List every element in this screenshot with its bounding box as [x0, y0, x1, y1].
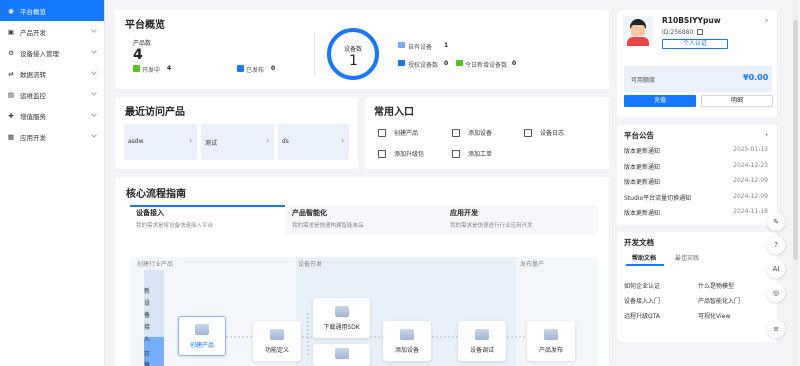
flow-node-label: 产品发布 [538, 346, 563, 354]
flow-node-label: 功能定义 [264, 346, 289, 354]
flow-node-create-product[interactable]: 创建产品 [178, 316, 226, 356]
ai-label: AI [772, 265, 780, 273]
help-icon[interactable]: ? [767, 236, 785, 254]
cube-icon [544, 328, 558, 340]
flow-node-label: 添加设备 [394, 346, 419, 354]
flow-node-label: 创建产品 [189, 341, 214, 349]
cube-icon [400, 328, 414, 340]
flow-node-download-sdk-2[interactable] [313, 344, 370, 366]
customer-service-icon[interactable]: ◎ [767, 284, 785, 302]
flow-node-release[interactable]: 产品发布 [527, 321, 575, 361]
menu-icon[interactable]: ≡ [767, 320, 785, 338]
flow-node-download-sdk[interactable]: 下载通用SDK [313, 298, 370, 338]
flow-node-define-function[interactable]: 功能定义 [253, 321, 301, 361]
flow-connectors [185, 261, 527, 355]
cube-icon [195, 323, 209, 335]
cube-icon [270, 328, 284, 340]
edit-icon[interactable]: ✎ [767, 213, 785, 231]
scrollbar[interactable] [793, 0, 798, 366]
flow-node-label: 设备调试 [469, 346, 494, 354]
flow-node-label: 下载通用SDK [323, 323, 360, 331]
flow-node-add-device[interactable]: 添加设备 [383, 321, 431, 361]
flow-node-device-debug[interactable]: 设备调试 [458, 321, 506, 361]
cube-icon [334, 305, 349, 317]
cube-icon [475, 328, 489, 340]
ai-assistant-button[interactable]: AI [767, 260, 785, 278]
cube-icon [334, 348, 349, 359]
